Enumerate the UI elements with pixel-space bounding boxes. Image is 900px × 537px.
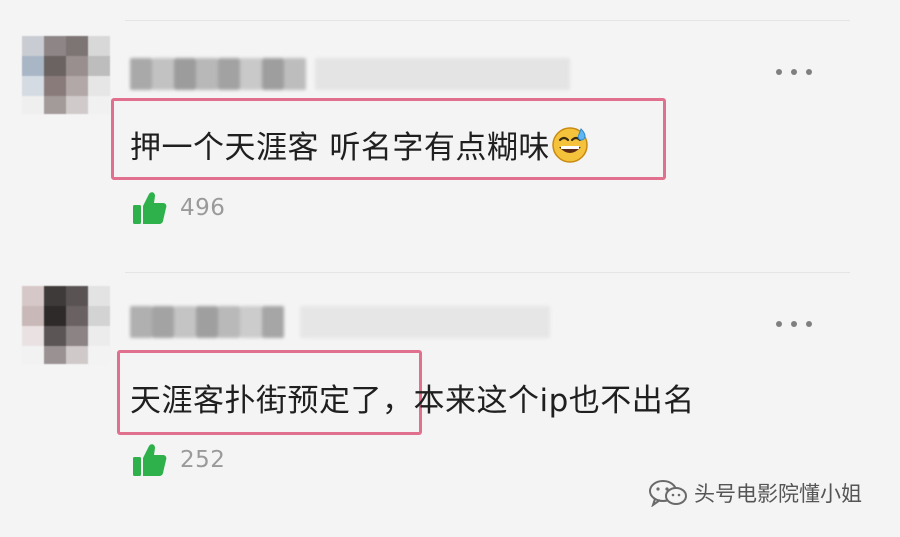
dot-icon (791, 69, 797, 75)
more-options-button-2[interactable] (776, 318, 812, 330)
comment-divider (125, 272, 850, 273)
comment-rest-text: ，本来这个ip也不出名 (382, 383, 695, 419)
thumbs-up-icon (133, 192, 167, 224)
more-options-button-1[interactable] (776, 66, 812, 78)
dot-icon (806, 321, 812, 327)
comment-text-2: 天涯客扑街预定了，本来这个ip也不出名 (130, 375, 695, 420)
comment-highlighted-text: 天涯客扑街预定了 (130, 383, 382, 419)
dot-icon (791, 321, 797, 327)
like-button-2[interactable]: 252 (132, 442, 225, 478)
user-avatar-1[interactable] (22, 36, 110, 114)
watermark-text: 头号电影院懂小姐 (694, 482, 862, 506)
dot-icon (806, 69, 812, 75)
sweat-smile-emoji-icon (552, 127, 588, 163)
watermark: 头号电影院懂小姐 (648, 478, 862, 508)
dot-icon (776, 69, 782, 75)
dot-icon (776, 321, 782, 327)
username-blurred-2[interactable] (130, 306, 550, 338)
comment-body: 押一个天涯客 听名字有点糊味 (130, 130, 550, 166)
like-count-2: 252 (180, 447, 226, 473)
comment-text-1: 押一个天涯客 听名字有点糊味 (130, 122, 590, 167)
thumbs-up-icon (133, 444, 167, 476)
like-button-1[interactable]: 496 (132, 190, 225, 226)
top-divider (125, 20, 850, 21)
wechat-icon (649, 480, 687, 507)
like-count-1: 496 (180, 195, 226, 221)
user-avatar-2[interactable] (22, 286, 110, 364)
username-blurred-1[interactable] (130, 58, 570, 90)
